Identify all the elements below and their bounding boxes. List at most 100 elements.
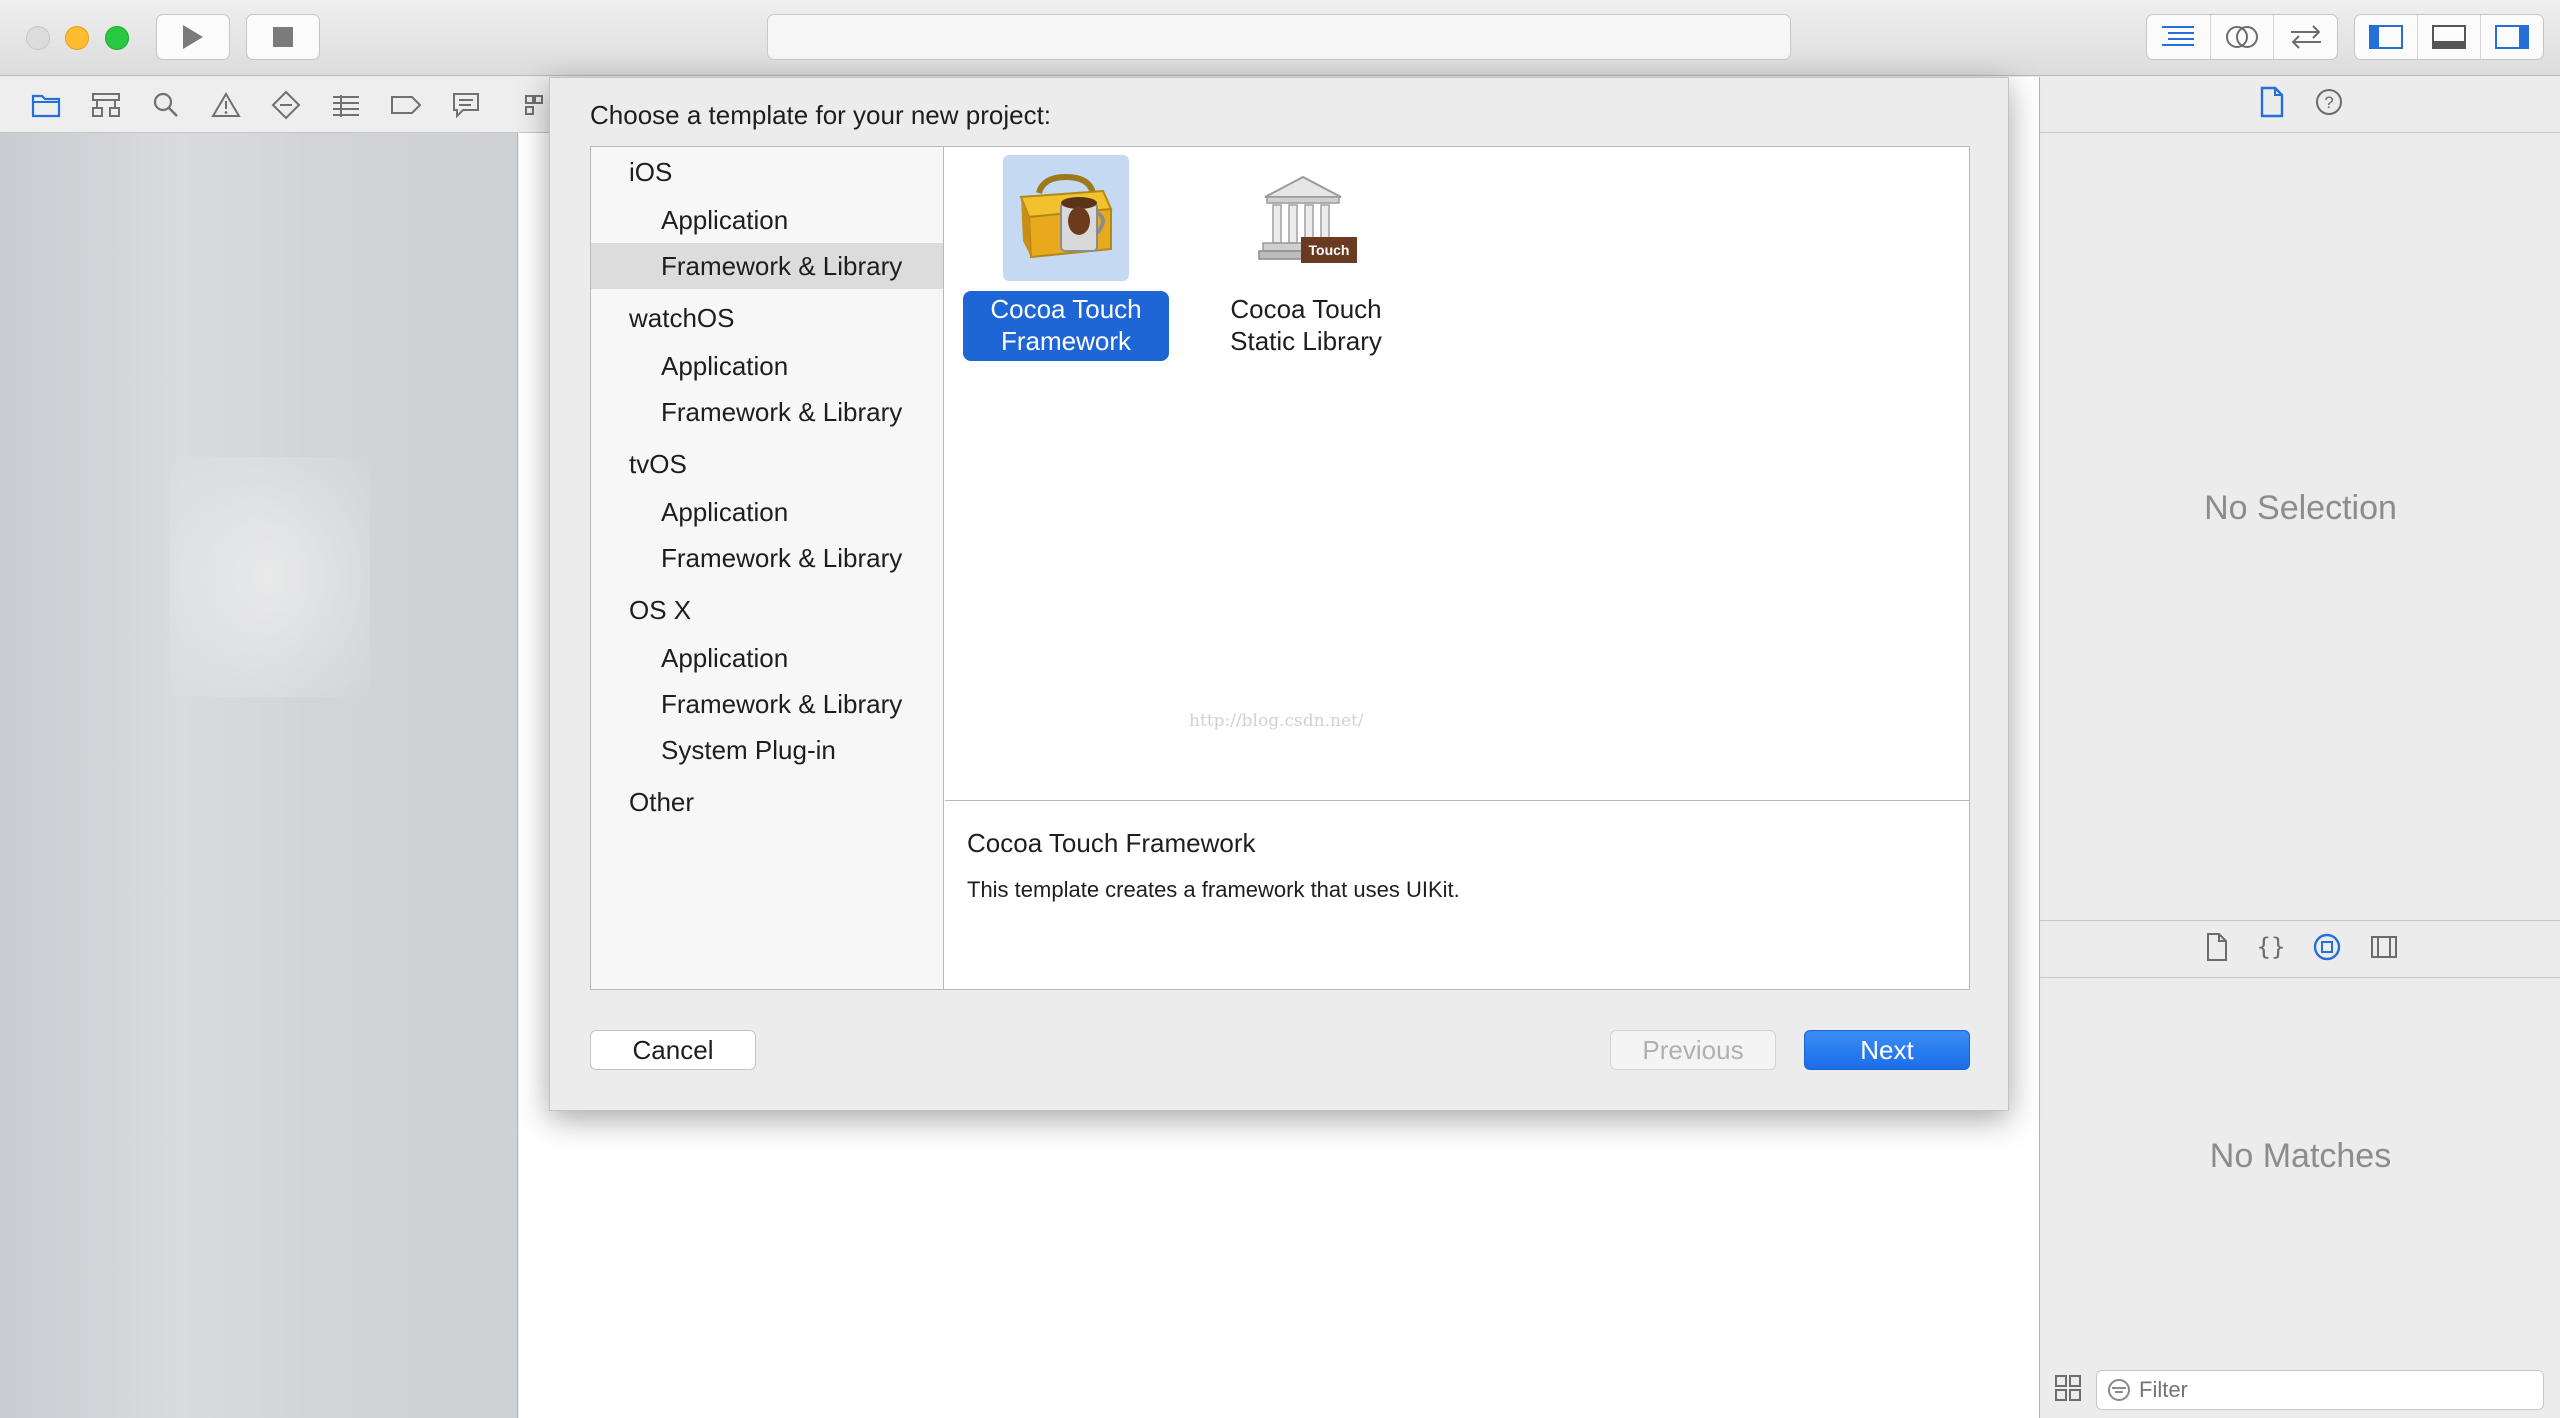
assistant-editor-button[interactable] — [2211, 15, 2275, 59]
touch-badge: Touch — [1309, 242, 1350, 258]
report-navigator-tab[interactable] — [450, 89, 482, 121]
category-item[interactable]: System Plug-in — [591, 727, 943, 773]
cancel-button[interactable]: Cancel — [590, 1030, 756, 1070]
right-panel-icon — [2495, 25, 2529, 49]
template-icon-wrap: Touch — [1243, 155, 1369, 281]
window-toolbar — [0, 0, 2560, 76]
navigator-background — [170, 457, 370, 697]
library-building-icon: Touch — [1258, 175, 1357, 263]
inspector-selector-bar: ? — [2040, 77, 2560, 133]
next-button[interactable]: Next — [1804, 1030, 1970, 1070]
template-label: Cocoa Touch Framework — [963, 291, 1169, 361]
bottom-panel-icon — [2432, 25, 2466, 49]
category-platform[interactable]: watchOS — [591, 295, 943, 341]
category-list: iOS Application Framework & Library watchOS… — [591, 147, 944, 989]
toggle-utilities-button[interactable] — [2481, 15, 2543, 59]
media-library-tab[interactable] — [2370, 934, 2398, 965]
library-filter-field[interactable] — [2096, 1370, 2544, 1410]
lines-icon — [2162, 26, 2195, 46]
svg-text:?: ? — [2324, 93, 2333, 112]
debug-icon — [333, 94, 359, 117]
description-text: This template creates a framework that u… — [967, 877, 1460, 902]
code-snippet-library-tab[interactable]: {} — [2256, 932, 2285, 967]
arrows-swap-icon — [2290, 25, 2321, 49]
template-description: Cocoa Touch Framework This template crea… — [945, 802, 1969, 989]
navigator-selector-bar — [0, 77, 518, 133]
object-circle-icon — [2313, 933, 2340, 960]
braces-icon: {} — [2256, 933, 2285, 961]
template-cocoa-touch-framework[interactable]: Cocoa Touch Framework — [963, 155, 1169, 361]
debug-navigator-tab[interactable] — [330, 89, 362, 121]
category-item[interactable]: Application — [591, 343, 943, 389]
template-cocoa-touch-static-library[interactable]: Touch Cocoa Touch Static Library — [1203, 155, 1409, 356]
category-item[interactable]: Framework & Library — [591, 243, 943, 289]
category-item[interactable]: Application — [591, 635, 943, 681]
category-item[interactable]: Application — [591, 489, 943, 535]
run-button[interactable] — [156, 14, 230, 60]
related-items-button[interactable] — [519, 77, 549, 133]
minimize-window-button[interactable] — [65, 26, 89, 50]
warning-icon — [211, 91, 241, 117]
template-label-line2: Static Library — [1230, 326, 1382, 356]
zoom-window-button[interactable] — [105, 26, 129, 50]
standard-editor-button[interactable] — [2147, 15, 2211, 59]
template-grid: Cocoa Touch Framework Touch Cocoa Touch … — [945, 147, 1969, 801]
overlap-circles-icon — [2226, 26, 2258, 48]
previous-button[interactable]: Previous — [1610, 1030, 1776, 1070]
grid-view-toggle[interactable] — [2054, 1374, 2082, 1407]
quick-help-tab[interactable]: ? — [2314, 87, 2344, 122]
category-item[interactable]: Framework & Library — [591, 535, 943, 581]
test-icon — [271, 90, 301, 119]
file-template-library-tab[interactable] — [2204, 932, 2230, 967]
category-item[interactable]: Framework & Library — [591, 389, 943, 435]
test-navigator-tab[interactable] — [270, 89, 302, 121]
version-editor-button[interactable] — [2274, 15, 2337, 59]
play-icon — [183, 25, 203, 49]
template-icon-wrap — [1003, 155, 1129, 281]
library-filter-bar — [2040, 1362, 2560, 1418]
issue-navigator-tab[interactable] — [210, 89, 242, 121]
stop-icon — [273, 27, 293, 47]
utilities-area: ? No Selection {} No Matches — [2039, 77, 2560, 1418]
template-label: Cocoa Touch Static Library — [1203, 291, 1409, 361]
left-panel-icon — [2369, 25, 2403, 49]
project-navigator-tab[interactable] — [30, 89, 62, 121]
toggle-debug-area-button[interactable] — [2418, 15, 2481, 59]
category-platform[interactable]: OS X — [591, 587, 943, 633]
file-inspector-tab[interactable] — [2258, 86, 2286, 123]
category-platform[interactable]: Other — [591, 779, 943, 825]
svg-text:{}: {} — [2258, 933, 2284, 961]
editor-mode-control — [2146, 14, 2338, 60]
find-navigator-tab[interactable] — [150, 89, 182, 121]
activity-viewer — [767, 14, 1791, 60]
grid-icon — [2055, 1374, 2081, 1401]
toggle-navigator-button[interactable] — [2355, 15, 2418, 59]
hierarchy-icon — [92, 92, 120, 117]
description-title: Cocoa Touch Framework — [967, 828, 1256, 858]
filter-icon — [2108, 1379, 2130, 1401]
filter-input[interactable] — [2139, 1377, 2519, 1403]
stop-button[interactable] — [246, 14, 320, 60]
folder-icon — [31, 94, 61, 117]
category-item[interactable]: Framework & Library — [591, 681, 943, 727]
object-library-tab[interactable] — [2312, 932, 2342, 967]
template-label-line1: Cocoa Touch — [990, 294, 1142, 324]
breakpoint-navigator-tab[interactable] — [390, 89, 422, 121]
template-label-line2: Framework — [1000, 326, 1131, 356]
symbol-navigator-tab[interactable] — [90, 89, 122, 121]
template-label-line1: Cocoa Touch — [1230, 294, 1382, 324]
category-item[interactable]: Application — [591, 197, 943, 243]
pane-toggle-control — [2354, 14, 2544, 60]
category-platform[interactable]: tvOS — [591, 441, 943, 487]
report-icon — [453, 92, 479, 118]
sheet-title: Choose a template for your new project: — [590, 100, 1052, 130]
grid-icon — [525, 94, 543, 115]
category-platform[interactable]: iOS — [591, 149, 943, 195]
library-selector-bar: {} — [2040, 920, 2560, 978]
template-chooser: iOS Application Framework & Library watchOS… — [590, 146, 1970, 990]
help-icon: ? — [2315, 89, 2342, 115]
toolbox-icon — [1019, 173, 1113, 259]
document-icon — [2206, 932, 2227, 961]
close-window-button[interactable] — [26, 26, 50, 50]
new-project-sheet: Choose a template for your new project: … — [549, 77, 2009, 1111]
